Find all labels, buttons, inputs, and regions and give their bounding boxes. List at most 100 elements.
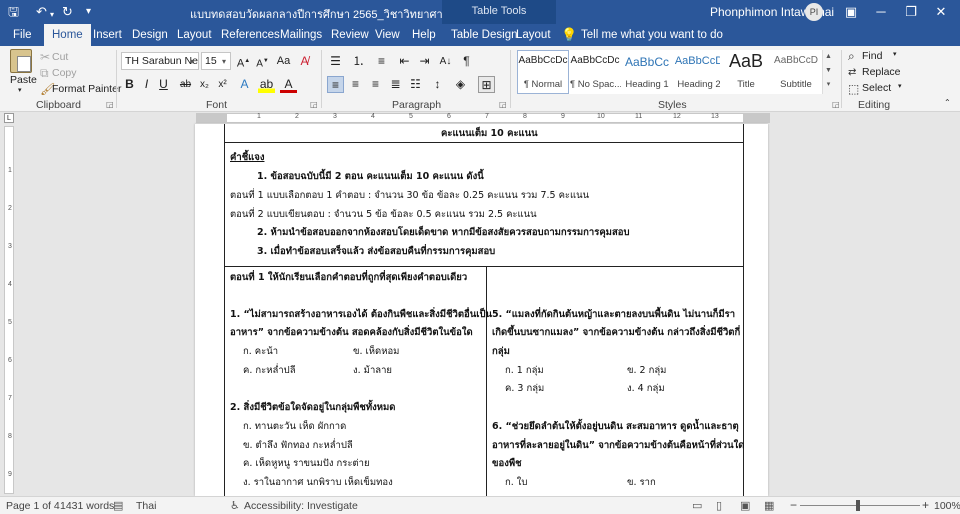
styles-gallery-scroll[interactable]: ▲ ▼ ▾ [822, 50, 834, 94]
vertical-ruler[interactable]: 1 2 3 4 5 6 7 8 9 [4, 126, 14, 494]
print-layout-icon[interactable]: ▣ [740, 499, 750, 512]
underline-icon[interactable]: U [155, 76, 172, 93]
select-button[interactable]: Select [862, 82, 891, 94]
font-size-dropdown-icon[interactable]: ▾ [222, 57, 226, 66]
accessibility-status[interactable]: Accessibility: Investigate [244, 500, 358, 512]
shading-icon[interactable]: ◈ [452, 76, 469, 93]
replace-icon[interactable]: ⇄ [848, 66, 856, 80]
strikethrough-icon[interactable]: ab [177, 76, 194, 93]
format-painter-button[interactable]: Format Painter [52, 83, 121, 95]
shrink-font-icon[interactable]: A▼ [254, 53, 271, 70]
proofing-icon[interactable]: ▤ [113, 499, 123, 512]
zoom-slider-thumb[interactable] [856, 500, 860, 511]
italic-icon[interactable]: I [138, 76, 155, 93]
tab-review[interactable]: Review [331, 24, 369, 46]
tab-view[interactable]: View [375, 24, 400, 46]
align-center-icon[interactable]: ≡ [347, 76, 364, 93]
font-size-select[interactable]: 15 [201, 52, 231, 70]
tab-table-design[interactable]: Table Design [451, 24, 517, 46]
style-title[interactable]: AaB Title [720, 50, 772, 94]
show-formatting-icon[interactable]: ¶ [458, 53, 475, 70]
style-heading-1[interactable]: AaBbCc Heading 1 [621, 50, 673, 94]
align-left-icon[interactable]: ≡ [327, 76, 344, 93]
tab-home[interactable]: Home [44, 24, 91, 46]
font-color-icon[interactable]: A [280, 76, 297, 93]
read-mode-icon[interactable]: ▯ [716, 499, 722, 512]
paste-button[interactable]: Paste [10, 74, 37, 86]
subscript-icon[interactable]: x₂ [196, 76, 213, 93]
tab-help[interactable]: Help [412, 24, 436, 46]
bullets-icon[interactable]: ☰ [327, 53, 344, 70]
change-case-icon[interactable]: Aa [275, 53, 292, 70]
cut-icon[interactable]: ✂ [40, 50, 50, 64]
style-subtitle[interactable]: AaBbCcD Subtitle [770, 50, 822, 94]
borders-icon[interactable]: ⊞ [478, 76, 495, 93]
style-normal[interactable]: AaBbCcDc ¶ Normal [517, 50, 569, 94]
paste-dropdown-icon[interactable]: ▾ [18, 86, 22, 94]
select-icon[interactable]: ⬚ [848, 82, 859, 96]
distributed-icon[interactable]: ☷ [407, 76, 424, 93]
align-right-icon[interactable]: ≡ [367, 76, 384, 93]
zoom-level[interactable]: 100% [934, 500, 960, 512]
numbering-icon[interactable]: ⒈ [350, 53, 367, 70]
tab-design[interactable]: Design [132, 24, 168, 46]
select-dropdown-icon[interactable]: ▾ [898, 82, 902, 90]
undo-icon[interactable]: ↶ [36, 4, 47, 20]
word-count[interactable]: 1431 words [60, 500, 114, 512]
line-spacing-icon[interactable]: ↕ [429, 76, 446, 93]
find-icon[interactable]: ⌕ [848, 49, 855, 63]
tell-me-search[interactable]: Tell me what you want to do [581, 24, 723, 46]
minimize-icon[interactable]: ─ [866, 2, 896, 22]
paste-icon[interactable] [10, 49, 32, 73]
customize-qat-icon[interactable]: ▾ [86, 4, 91, 20]
zoom-slider-track[interactable] [800, 505, 920, 506]
copy-icon[interactable]: ⧉ [40, 66, 49, 80]
focus-mode-icon[interactable]: ▭ [692, 499, 702, 512]
increase-indent-icon[interactable]: ⇥ [416, 53, 433, 70]
undo-dropdown-icon[interactable]: ▾ [50, 7, 54, 23]
tab-references[interactable]: References [221, 24, 280, 46]
tab-layout[interactable]: Layout [177, 24, 212, 46]
accessibility-icon[interactable]: ♿ [230, 499, 240, 512]
tab-selector-icon[interactable]: L [4, 113, 14, 123]
tab-mailings[interactable]: Mailings [280, 24, 322, 46]
cut-button[interactable]: Cut [52, 51, 68, 63]
style-no-spacing[interactable]: AaBbCcDc ¶ No Spac... [569, 50, 622, 94]
replace-button[interactable]: Replace [862, 66, 901, 78]
document-page[interactable]: คะแนนเต็ม 10 คะแนน คำชี้แจง 1. ข้อสอบฉบั… [195, 124, 768, 496]
font-launcher-icon[interactable]: ◲ [310, 100, 318, 109]
find-button[interactable]: Find [862, 50, 882, 62]
styles-launcher-icon[interactable]: ◲ [832, 100, 840, 109]
redo-icon[interactable]: ↻ [62, 4, 73, 20]
multilevel-list-icon[interactable]: ≡ [373, 53, 390, 70]
zoom-in-icon[interactable]: + [922, 498, 929, 512]
paragraph-launcher-icon[interactable]: ◲ [499, 100, 507, 109]
clear-formatting-icon[interactable]: A̸ [296, 53, 313, 70]
font-name-select[interactable]: TH Sarabun New [121, 52, 199, 70]
highlight-icon[interactable]: ab [258, 76, 275, 93]
zoom-out-icon[interactable]: − [790, 498, 797, 512]
tab-insert[interactable]: Insert [93, 24, 122, 46]
ribbon-display-options-icon[interactable]: ▣ [836, 2, 866, 22]
restore-icon[interactable]: ❐ [896, 2, 926, 22]
tab-file[interactable]: File [13, 24, 32, 46]
bold-icon[interactable]: B [121, 76, 138, 93]
grow-font-icon[interactable]: A▲ [235, 53, 252, 70]
save-icon[interactable]: 🖫 [8, 4, 19, 20]
web-layout-icon[interactable]: ▦ [764, 499, 774, 512]
decrease-indent-icon[interactable]: ⇤ [396, 53, 413, 70]
tab-table-layout[interactable]: Layout [516, 24, 551, 46]
language-indicator[interactable]: Thai [136, 500, 156, 512]
avatar[interactable]: PI [805, 3, 823, 21]
superscript-icon[interactable]: x² [214, 76, 231, 93]
horizontal-ruler[interactable]: 1 2 3 4 5 6 7 8 9 10 11 12 13 [196, 113, 770, 123]
page-count[interactable]: Page 1 of 4 [6, 500, 60, 512]
font-name-dropdown-icon[interactable]: ▾ [190, 57, 194, 66]
style-heading-2[interactable]: AaBbCcD Heading 2 [673, 50, 725, 94]
clipboard-launcher-icon[interactable]: ◲ [106, 100, 114, 109]
text-effects-icon[interactable]: A [236, 76, 253, 93]
close-icon[interactable]: ✕ [926, 2, 956, 22]
justify-icon[interactable]: ≣ [387, 76, 404, 93]
sort-icon[interactable]: A↓ [437, 53, 454, 70]
copy-button[interactable]: Copy [52, 67, 77, 79]
